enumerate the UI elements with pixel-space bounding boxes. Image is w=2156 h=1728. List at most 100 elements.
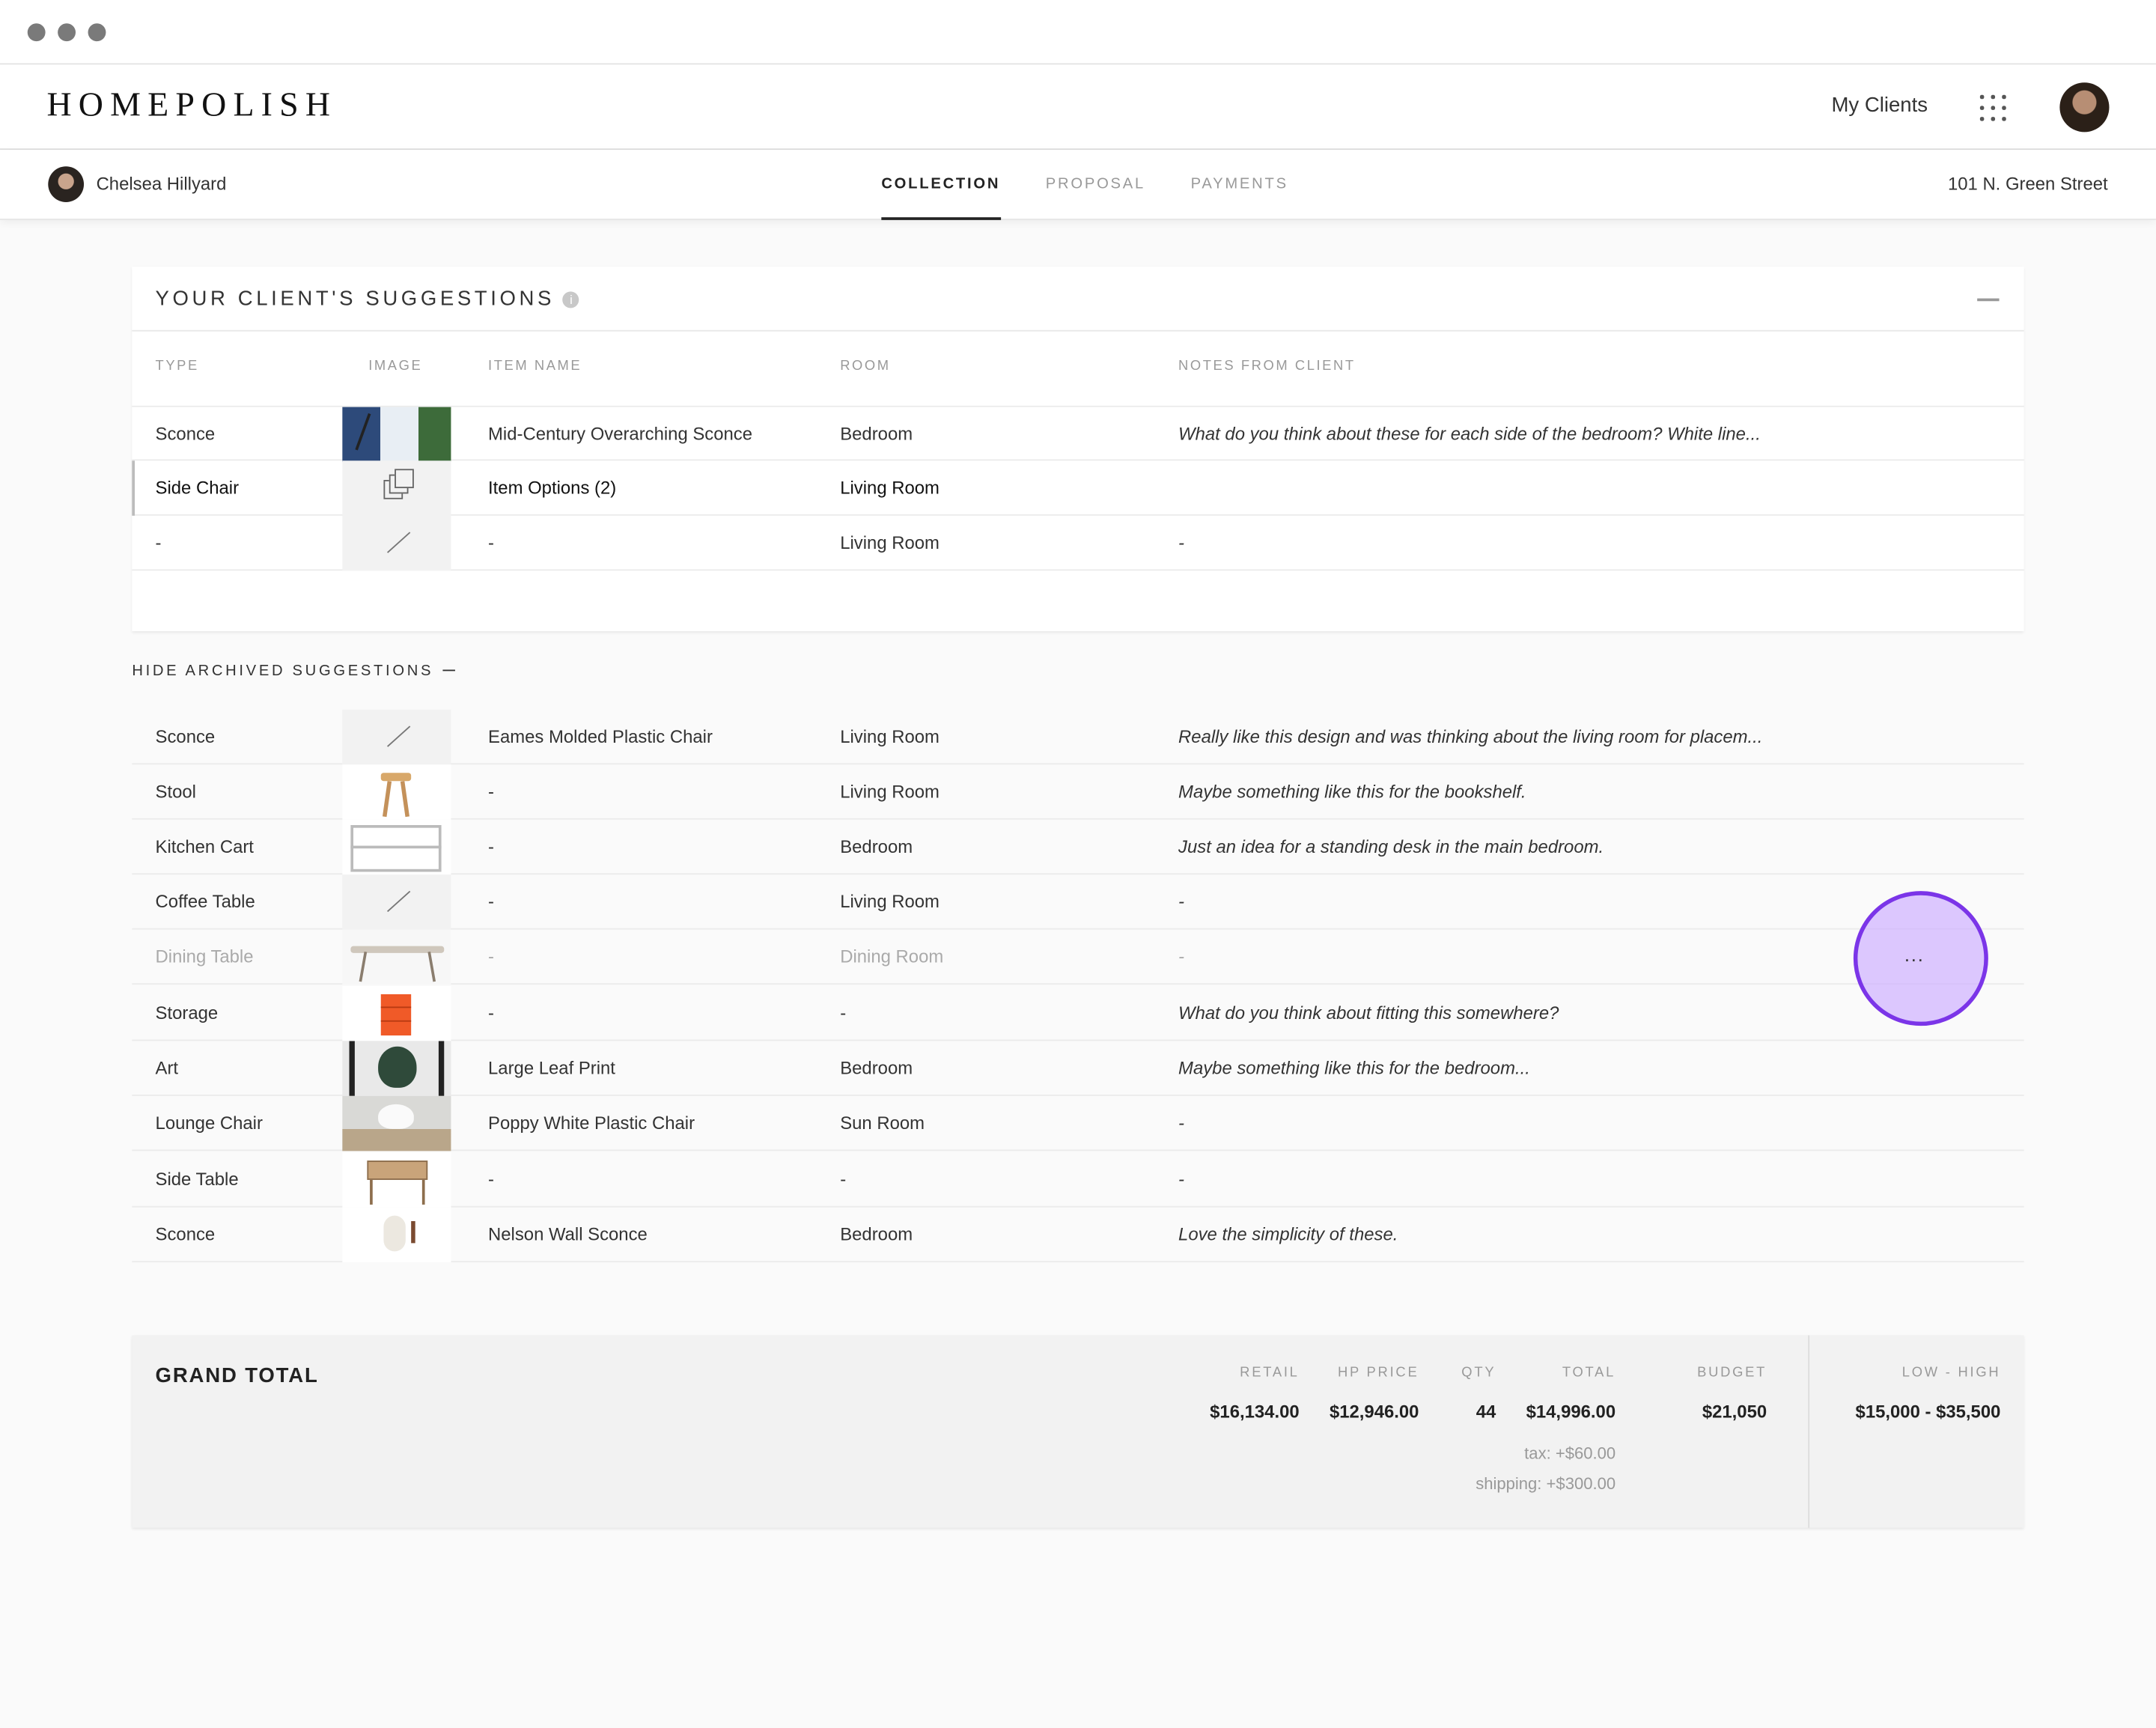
client-name[interactable]: Chelsea Hillyard [97, 173, 227, 194]
row-type: Dining Table [155, 946, 254, 967]
storage-photo[interactable] [342, 985, 451, 1041]
row-notes: - [1178, 1112, 1185, 1134]
apps-grid-icon[interactable] [1979, 94, 2008, 123]
collapse-icon[interactable] [1977, 298, 2000, 302]
shipping-value: shipping: +$300.00 [1476, 1473, 1616, 1494]
window-maximize-dot[interactable] [88, 23, 106, 42]
no-image-placeholder [342, 874, 451, 930]
archived-row[interactable]: Kitchen Cart - Bedroom Just an idea for … [132, 819, 2024, 875]
window-minimize-dot[interactable] [58, 23, 76, 42]
archived-row[interactable]: Coffee Table - Living Room - [132, 874, 2024, 930]
wall-sconce-photo[interactable] [342, 1207, 451, 1263]
row-item-name[interactable]: Eames Molded Plastic Chair [488, 726, 713, 747]
row-type: Side Table [155, 1169, 239, 1190]
row-item-name[interactable]: - [488, 1003, 494, 1023]
row-notes: - [1178, 1169, 1185, 1190]
row-room: Bedroom [840, 836, 913, 857]
col-header-item-name: ITEM NAME [488, 359, 582, 374]
tab-payments[interactable]: PAYMENTS [1191, 150, 1288, 220]
archived-row[interactable]: Side Table - - - [132, 1152, 2024, 1208]
grand-total-title: GRAND TOTAL [155, 1364, 319, 1388]
row-item-name[interactable]: - [488, 781, 494, 802]
slash-icon [387, 532, 411, 553]
sconce-photo[interactable] [342, 407, 451, 463]
col-header-type: TYPE [155, 359, 199, 374]
tab-proposal[interactable]: PROPOSAL [1046, 150, 1145, 220]
row-type: Storage [155, 1002, 219, 1023]
side-table-photo[interactable] [342, 1152, 451, 1208]
row-item-name[interactable]: Nelson Wall Sconce [488, 1224, 648, 1245]
suggestion-row[interactable]: Sconce Mid-Century Overarching Sconce Be… [132, 405, 2024, 463]
row-item-name[interactable]: - [488, 836, 494, 857]
row-notes: - [1178, 891, 1185, 912]
low-high-header: LOW - HIGH [1901, 1365, 2001, 1381]
cart-photo[interactable] [342, 819, 451, 875]
archived-row[interactable]: Lounge Chair Poppy White Plastic Chair S… [132, 1095, 2024, 1152]
item-options-icon[interactable] [342, 460, 451, 516]
low-high-value: $15,000 - $35,500 [1855, 1401, 2001, 1423]
archived-row-hovered[interactable]: Dining Table - Dining Room - [132, 929, 2024, 985]
row-item-name[interactable]: - [488, 1169, 494, 1190]
tax-value: tax: +$60.00 [1524, 1443, 1616, 1464]
row-room: Living Room [840, 781, 940, 802]
qty-value: 44 [1476, 1401, 1496, 1423]
hp-price-value: $12,946.00 [1329, 1401, 1419, 1423]
homepolish-logo[interactable]: HOMEPOLISH [46, 87, 337, 125]
archived-row[interactable]: Storage - - What do you think about fitt… [132, 985, 2024, 1041]
client-subnav: Chelsea Hillyard COLLECTION PROPOSAL PAY… [0, 150, 2156, 220]
budget-value: $21,050 [1702, 1401, 1767, 1423]
app-header: HOMEPOLISH My Clients [0, 64, 2156, 150]
budget-header: BUDGET [1697, 1365, 1767, 1381]
window-close-dot[interactable] [27, 23, 46, 42]
row-action-menu-icon[interactable]: ... [1904, 943, 1925, 965]
hp-price-header: HP PRICE [1337, 1365, 1419, 1381]
row-item-name[interactable]: Poppy White Plastic Chair [488, 1113, 695, 1134]
archived-row[interactable]: Stool - Living Room Maybe something like… [132, 764, 2024, 820]
row-notes: Love the simplicity of these. [1178, 1223, 1398, 1245]
retail-value: $16,134.00 [1210, 1401, 1300, 1423]
row-notes: Maybe something like this for the booksh… [1178, 781, 1526, 802]
archived-row[interactable]: Sconce Nelson Wall Sconce Bedroom Love t… [132, 1207, 2024, 1263]
table-photo[interactable] [342, 929, 451, 985]
row-room: Sun Room [840, 1112, 925, 1134]
row-type: Sconce [155, 725, 216, 747]
row-room: Living Room [840, 725, 940, 747]
grand-total-panel: GRAND TOTAL RETAIL HP PRICE QTY TOTAL BU… [132, 1335, 2024, 1528]
row-room: Bedroom [840, 1057, 913, 1078]
row-item-name[interactable]: Mid-Century Overarching Sconce [488, 424, 752, 445]
row-item-name[interactable]: - [488, 532, 494, 553]
row-room: - [840, 1169, 847, 1190]
slash-icon [387, 890, 411, 913]
suggestion-row[interactable]: - - Living Room - [132, 515, 2024, 571]
chair-photo[interactable] [342, 1095, 451, 1152]
col-header-notes: NOTES FROM CLIENT [1178, 359, 1356, 374]
hide-archived-toggle[interactable]: HIDE ARCHIVED SUGGESTIONS [132, 663, 456, 679]
row-room: Bedroom [840, 423, 913, 445]
leaf-print-photo[interactable] [342, 1041, 451, 1096]
suggestions-title-text: YOUR CLIENT'S SUGGESTIONS [155, 287, 555, 311]
row-notes: What do you think about these for each s… [1178, 423, 1761, 445]
row-type: Sconce [155, 423, 216, 445]
minus-icon [443, 669, 456, 672]
divider [1808, 1335, 1810, 1528]
info-icon[interactable]: i [562, 291, 579, 308]
archived-row[interactable]: Sconce Eames Molded Plastic Chair Living… [132, 709, 2024, 765]
row-notes: Really like this design and was thinking… [1178, 725, 1763, 747]
row-type: Coffee Table [155, 891, 255, 912]
user-avatar[interactable] [2059, 82, 2110, 133]
tab-collection[interactable]: COLLECTION [881, 150, 1001, 220]
row-notes: - [1178, 946, 1185, 967]
qty-header: QTY [1461, 1365, 1496, 1381]
item-options-link[interactable]: Item Options (2) [488, 477, 616, 498]
my-clients-link[interactable]: My Clients [1831, 94, 1928, 117]
archived-row[interactable]: Art Large Leaf Print Bedroom Maybe somet… [132, 1041, 2024, 1096]
row-item-name[interactable]: - [488, 946, 494, 967]
total-value: $14,996.00 [1526, 1401, 1616, 1423]
suggestion-row-selected[interactable]: Side Chair Item Options (2) Living Room [132, 460, 2024, 516]
client-avatar [48, 166, 85, 202]
stool-photo[interactable] [342, 764, 451, 820]
row-item-name[interactable]: Large Leaf Print [488, 1057, 615, 1078]
col-header-image: IMAGE [368, 359, 423, 374]
row-item-name[interactable]: - [488, 891, 494, 912]
suggestions-title: YOUR CLIENT'S SUGGESTIONS i [156, 288, 579, 311]
